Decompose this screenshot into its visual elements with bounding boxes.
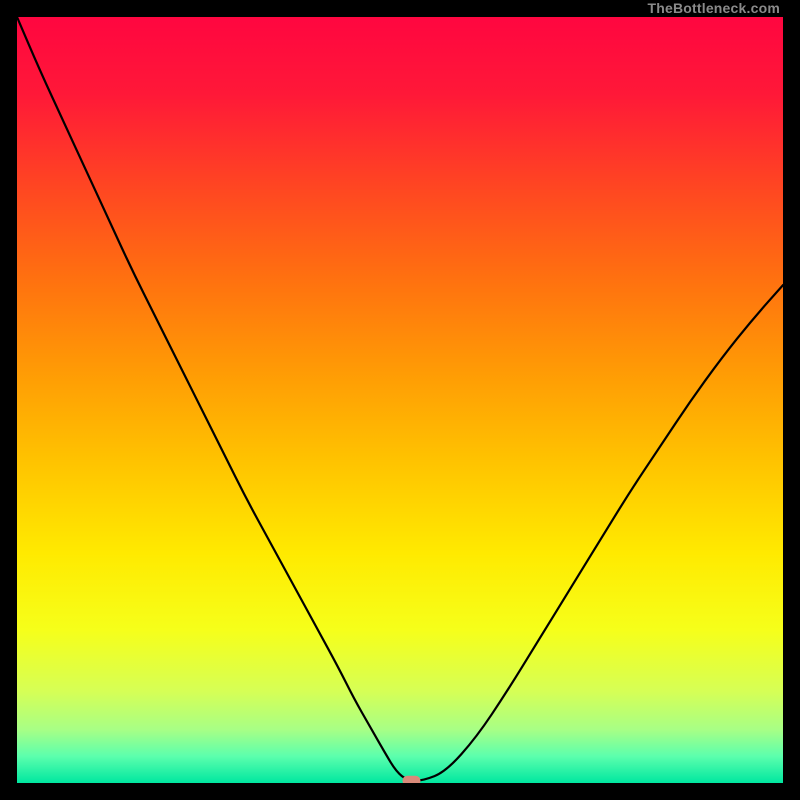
chart-frame: TheBottleneck.com [17,0,783,783]
chart-plot-area [17,17,783,783]
optimal-point-marker [402,776,420,783]
bottleneck-chart [17,17,783,783]
watermark-text: TheBottleneck.com [647,0,783,17]
gradient-background [17,17,783,783]
